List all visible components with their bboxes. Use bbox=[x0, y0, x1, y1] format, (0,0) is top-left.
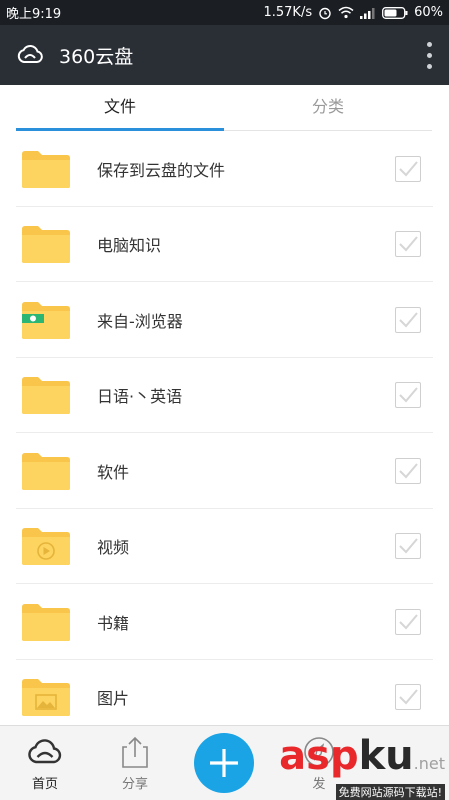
tab-categories[interactable]: 分类 bbox=[224, 85, 432, 130]
checkmark-icon bbox=[399, 538, 418, 554]
select-checkbox[interactable] bbox=[395, 231, 421, 258]
list-item[interactable]: 书籍 bbox=[0, 584, 449, 660]
list-item[interactable]: 图片 bbox=[0, 660, 449, 726]
cloud-icon bbox=[28, 738, 62, 763]
folder-icon bbox=[22, 150, 70, 188]
watermark-logo: aspku.net 免费网站源码下载站! bbox=[274, 735, 449, 800]
signal-icon bbox=[360, 7, 375, 19]
list-item[interactable]: 来自-浏览器 bbox=[0, 282, 449, 358]
image-folder-icon bbox=[22, 679, 70, 717]
select-checkbox[interactable] bbox=[395, 684, 421, 711]
overflow-menu-button[interactable] bbox=[409, 25, 449, 85]
status-bar: 晚上9:19 1.57K/s 60% bbox=[0, 0, 449, 25]
tab-bar: 文件 分类 bbox=[16, 85, 432, 131]
browser-folder-icon bbox=[22, 301, 70, 339]
app-title: 360云盘 bbox=[59, 45, 134, 68]
select-checkbox[interactable] bbox=[395, 306, 421, 333]
network-speed: 1.57K/s bbox=[263, 5, 313, 20]
list-item[interactable]: 保存到云盘的文件 bbox=[0, 131, 449, 207]
select-checkbox[interactable] bbox=[395, 457, 421, 484]
bottom-nav: 首页 分享 发 aspku.net 免费网站源码下载站! bbox=[0, 725, 449, 800]
battery-level: 60% bbox=[414, 5, 443, 20]
list-item[interactable]: 电脑知识 bbox=[0, 207, 449, 283]
file-name: 保存到云盘的文件 bbox=[97, 160, 226, 180]
nav-home[interactable]: 首页 bbox=[0, 735, 90, 792]
app-bar: 360云盘 bbox=[0, 25, 449, 85]
menu-dot-icon bbox=[426, 52, 432, 58]
watermark-ku: ku bbox=[358, 732, 414, 779]
status-time: 晚上9:19 bbox=[6, 7, 62, 22]
list-item[interactable]: 日语·丶英语 bbox=[0, 358, 449, 434]
nav-share-label: 分享 bbox=[121, 776, 148, 792]
checkmark-icon bbox=[399, 236, 418, 252]
file-name: 日语·丶英语 bbox=[97, 387, 183, 407]
cloud-logo-icon bbox=[17, 44, 43, 63]
folder-icon bbox=[22, 377, 70, 415]
select-checkbox[interactable] bbox=[395, 533, 421, 560]
nav-home-label: 首页 bbox=[31, 776, 58, 792]
wifi-icon bbox=[338, 6, 354, 19]
file-name: 图片 bbox=[97, 689, 130, 709]
watermark-subtitle: 免费网站源码下载站! bbox=[335, 783, 445, 800]
add-button[interactable] bbox=[194, 733, 254, 793]
select-checkbox[interactable] bbox=[395, 382, 421, 409]
file-name: 软件 bbox=[97, 462, 130, 482]
folder-icon bbox=[22, 226, 70, 264]
file-list: 保存到云盘的文件 电脑知识 来自-浏览器 日语·丶英语 软件 视频 书籍 图片 bbox=[0, 131, 449, 725]
menu-dot-icon bbox=[426, 41, 432, 47]
checkmark-icon bbox=[399, 463, 418, 479]
folder-icon bbox=[22, 452, 70, 490]
watermark-net: .net bbox=[413, 753, 445, 773]
battery-icon bbox=[382, 6, 408, 19]
video-folder-icon bbox=[22, 528, 70, 566]
folder-icon bbox=[22, 603, 70, 641]
file-name: 视频 bbox=[97, 538, 130, 558]
select-checkbox[interactable] bbox=[395, 608, 421, 635]
list-item[interactable]: 视频 bbox=[0, 509, 449, 585]
checkmark-icon bbox=[399, 312, 418, 328]
list-item[interactable]: 软件 bbox=[0, 433, 449, 509]
plus-icon bbox=[210, 749, 238, 777]
watermark-asp: asp bbox=[279, 732, 359, 779]
checkmark-icon bbox=[399, 161, 418, 177]
menu-dot-icon bbox=[426, 63, 432, 69]
select-checkbox[interactable] bbox=[395, 155, 421, 182]
checkmark-icon bbox=[399, 689, 418, 705]
checkmark-icon bbox=[399, 387, 418, 403]
alarm-icon bbox=[319, 7, 331, 19]
share-icon bbox=[122, 736, 148, 768]
checkmark-icon bbox=[399, 614, 418, 630]
file-name: 来自-浏览器 bbox=[97, 311, 183, 331]
file-name: 电脑知识 bbox=[97, 236, 162, 256]
tab-files[interactable]: 文件 bbox=[16, 85, 224, 131]
file-name: 书籍 bbox=[97, 613, 130, 633]
nav-share[interactable]: 分享 bbox=[90, 735, 180, 792]
